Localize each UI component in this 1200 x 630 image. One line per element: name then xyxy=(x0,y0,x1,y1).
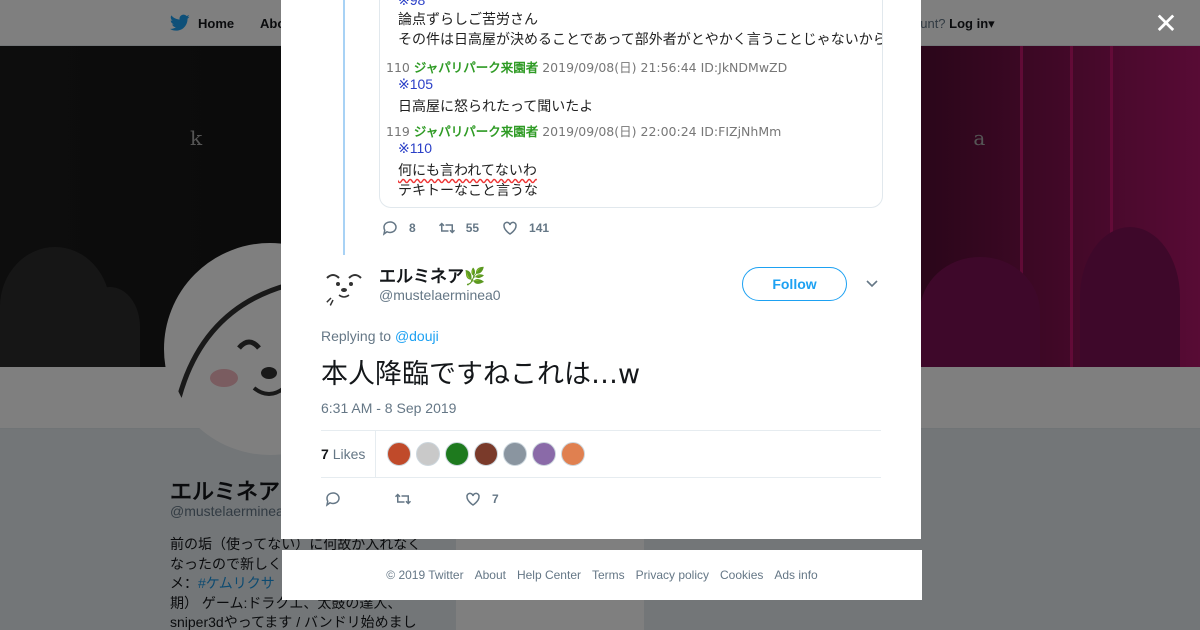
liker-avatar[interactable] xyxy=(561,442,585,466)
like-button[interactable]: 141 xyxy=(501,219,549,237)
weasel-avatar-icon xyxy=(321,264,367,310)
liker-avatar[interactable] xyxy=(503,442,527,466)
liker-avatar[interactable] xyxy=(532,442,556,466)
footer-link-about[interactable]: About xyxy=(475,568,506,582)
tweet-actions: 7 xyxy=(324,490,551,508)
follow-button[interactable]: Follow xyxy=(742,267,847,301)
liker-avatar[interactable] xyxy=(416,442,440,466)
tweet-timestamp[interactable]: 6:31 AM - 8 Sep 2019 xyxy=(321,400,456,416)
retweet-button[interactable] xyxy=(394,490,412,508)
thread-line xyxy=(343,0,345,255)
screenshot-card[interactable]: ※98 論点ずらしご苦労さん その件は日高屋が決めることであって部外者がとやかく… xyxy=(379,0,883,208)
tweet-stats: 7 Likes xyxy=(321,430,881,478)
liker-avatar[interactable] xyxy=(445,442,469,466)
footer-link-cookies[interactable]: Cookies xyxy=(720,568,763,582)
like-button[interactable]: 7 xyxy=(464,490,499,508)
retweet-icon xyxy=(438,222,455,234)
tweet-text: 本人降臨ですねこれは…w xyxy=(321,359,641,390)
replying-to: Replying to @douji xyxy=(321,328,439,344)
footer-link-privacy[interactable]: Privacy policy xyxy=(636,568,709,582)
quote-post-meta: 110 ジャパリパーク来園者 2019/09/08(日) 21:56:44 ID… xyxy=(386,60,788,75)
liker-avatar[interactable] xyxy=(387,442,411,466)
replying-to-handle-link[interactable]: @douji xyxy=(395,328,439,344)
footer-link-ads-info[interactable]: Ads info xyxy=(774,568,817,582)
quote-anchor: ※105 xyxy=(398,76,434,92)
retweet-icon xyxy=(394,493,412,505)
quote-line: テキトーなこと言うな xyxy=(398,182,538,198)
parent-tweet-actions: 8 55 141 xyxy=(381,219,571,237)
heart-icon xyxy=(466,492,480,506)
reply-icon xyxy=(325,492,340,507)
reply-button[interactable]: 8 xyxy=(381,219,416,237)
quote-line: その件は日高屋が決めることであって部外者がとやかく言うことじゃないから xyxy=(398,31,883,47)
retweet-button[interactable]: 55 xyxy=(438,219,479,237)
likers-avatars xyxy=(387,442,585,466)
quote-anchor: ※98 xyxy=(398,0,426,8)
tweet-author-handle[interactable]: @mustelaerminea0 xyxy=(379,287,501,303)
reply-button[interactable] xyxy=(324,490,342,508)
chevron-down-icon[interactable] xyxy=(865,276,879,290)
quote-line: 日高屋に怒られたって聞いたよ xyxy=(398,98,594,114)
quote-anchor: ※110 xyxy=(398,140,433,156)
footer-link-terms[interactable]: Terms xyxy=(592,568,625,582)
tweet-author-name[interactable]: エルミネア🌿 xyxy=(379,262,485,287)
quote-post-meta: 119 ジャパリパーク来園者 2019/09/08(日) 22:00:24 ID… xyxy=(386,124,782,139)
likes-count[interactable]: 7 Likes xyxy=(321,446,365,462)
tweet-modal: ※98 論点ずらしご苦労さん その件は日高屋が決めることであって部外者がとやかく… xyxy=(281,0,921,539)
liker-avatar[interactable] xyxy=(474,442,498,466)
footer-copyright: © 2019 Twitter xyxy=(386,568,464,582)
heart-icon xyxy=(503,221,517,235)
quote-line: 何にも言われてないわ xyxy=(398,162,537,178)
tweet-author-avatar[interactable] xyxy=(321,264,367,310)
footer-link-help-center[interactable]: Help Center xyxy=(517,568,581,582)
divider xyxy=(375,431,376,477)
quote-line: 論点ずらしご苦労さん xyxy=(398,11,538,27)
modal-footer: © 2019 Twitter About Help Center Terms P… xyxy=(282,550,922,600)
close-icon[interactable]: ✕ xyxy=(1154,10,1178,38)
reply-icon xyxy=(382,221,397,236)
